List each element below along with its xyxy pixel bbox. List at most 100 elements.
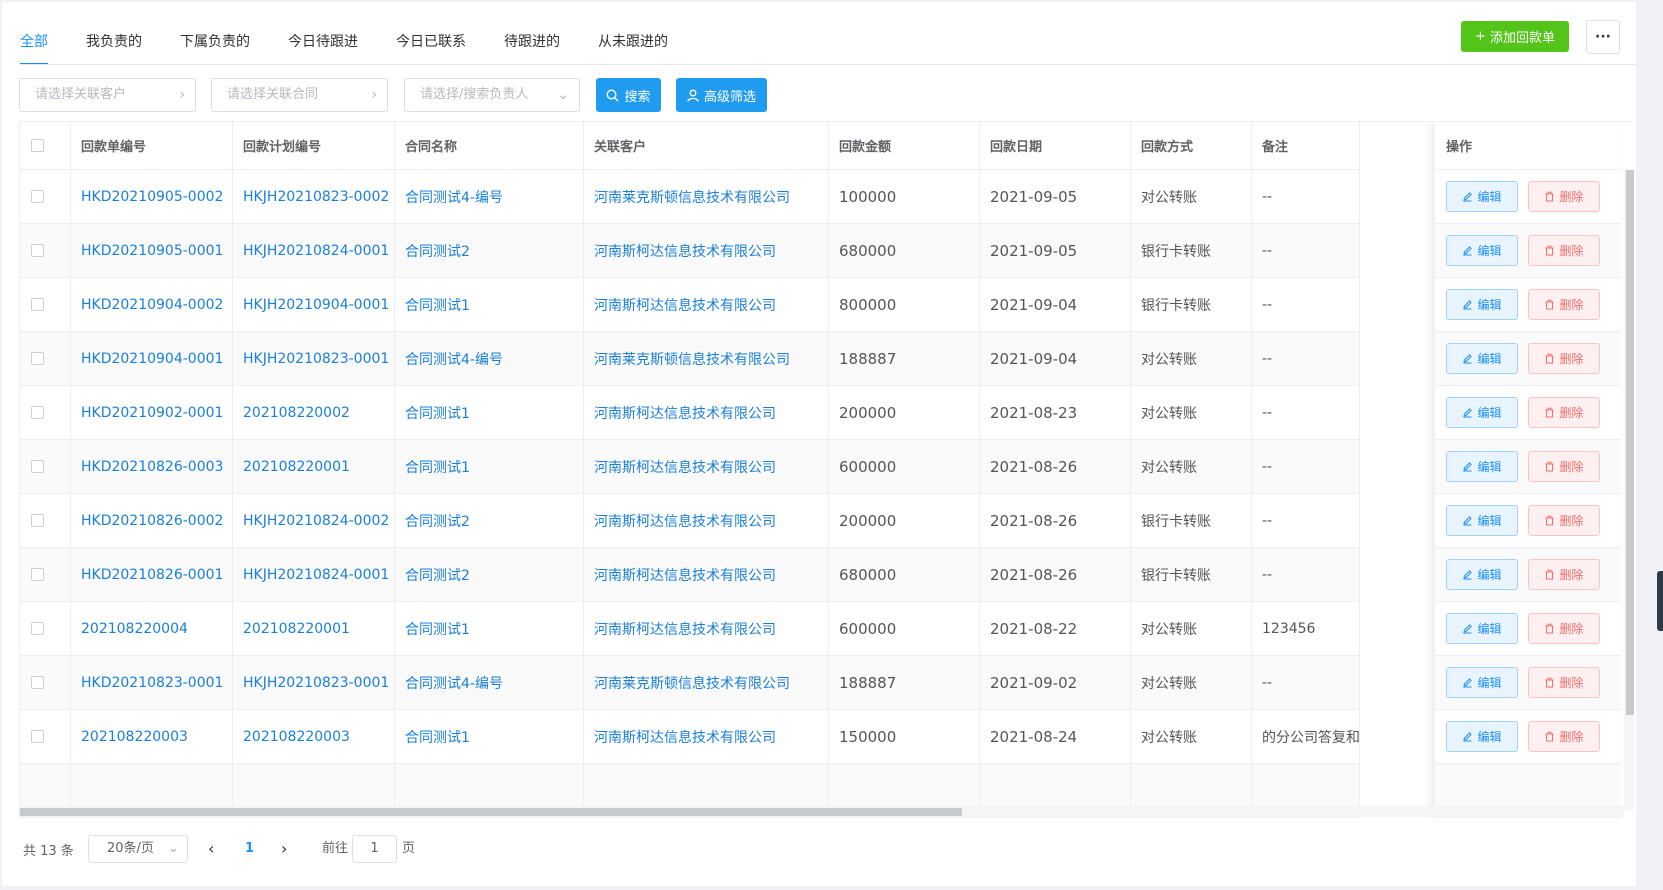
cell-plan-no[interactable]: HKJH20210823-0002 <box>243 189 389 205</box>
cell-contract-name[interactable]: 合同测试1 <box>405 457 470 477</box>
cell-plan-no[interactable]: 202108220001 <box>243 459 350 475</box>
cell-plan-no[interactable]: HKJH20210823-0001 <box>243 675 389 691</box>
row-checkbox[interactable] <box>31 244 44 257</box>
row-checkbox[interactable] <box>31 730 44 743</box>
select-all-checkbox[interactable] <box>31 139 44 152</box>
edit-button[interactable]: 编辑 <box>1446 289 1518 320</box>
cell-customer-name[interactable]: 河南斯柯达信息技术有限公司 <box>594 511 776 531</box>
cell-customer-name[interactable]: 河南莱克斯顿信息技术有限公司 <box>594 187 790 207</box>
edit-button[interactable]: 编辑 <box>1446 397 1518 428</box>
page-number-current[interactable]: 1 <box>245 835 254 863</box>
cell-contract-name[interactable]: 合同测试2 <box>405 241 470 261</box>
cell-plan-no[interactable]: HKJH20210824-0002 <box>243 513 389 529</box>
cell-contract-name[interactable]: 合同测试1 <box>405 295 470 315</box>
goto-page-input[interactable]: 1 <box>352 835 397 863</box>
delete-button[interactable]: 删除 <box>1528 451 1600 482</box>
cell-customer-name[interactable]: 河南斯柯达信息技术有限公司 <box>594 403 776 423</box>
delete-button[interactable]: 删除 <box>1528 235 1600 266</box>
cell-payment-no[interactable]: HKD20210905-0001 <box>81 243 223 259</box>
cell-plan-no[interactable]: 202108220003 <box>243 729 350 745</box>
cell-payment-no[interactable]: HKD20210826-0003 <box>81 459 223 475</box>
delete-button[interactable]: 删除 <box>1528 181 1600 212</box>
cell-customer-name[interactable]: 河南斯柯达信息技术有限公司 <box>594 295 776 315</box>
cell-contract-name[interactable]: 合同测试2 <box>405 565 470 585</box>
delete-button[interactable]: 删除 <box>1528 667 1600 698</box>
advanced-filter-button[interactable]: 高级筛选 <box>676 78 767 112</box>
edit-button[interactable]: 编辑 <box>1446 181 1518 212</box>
table-row[interactable]: 202108220003 202108220003 合同测试1 河南斯柯达信息技术有限… <box>20 710 1360 764</box>
table-row[interactable]: HKD20210902-0001 202108220002 合同测试1 河南斯柯达信息… <box>20 386 1360 440</box>
edit-button[interactable]: 编辑 <box>1446 343 1518 374</box>
cell-contract-name[interactable]: 合同测试4-编号 <box>405 673 503 693</box>
cell-plan-no[interactable]: 202108220002 <box>243 405 350 421</box>
row-checkbox[interactable] <box>31 352 44 365</box>
row-checkbox[interactable] <box>31 514 44 527</box>
edit-button[interactable]: 编辑 <box>1446 505 1518 536</box>
edit-button[interactable]: 编辑 <box>1446 613 1518 644</box>
tab-2[interactable]: 下属负责的 <box>180 24 250 60</box>
cell-plan-no[interactable]: 202108220001 <box>243 621 350 637</box>
tab-5[interactable]: 待跟进的 <box>504 24 560 60</box>
add-payment-button[interactable]: + 添加回款单 <box>1461 21 1569 52</box>
row-checkbox[interactable] <box>31 568 44 581</box>
table-row[interactable]: HKD20210826-0002 HKJH20210824-0002 合同测试2 河南… <box>20 494 1360 548</box>
table-row[interactable]: HKD20210904-0002 HKJH20210904-0001 合同测试1 河南… <box>20 278 1360 332</box>
cell-customer-name[interactable]: 河南斯柯达信息技术有限公司 <box>594 241 776 261</box>
delete-button[interactable]: 删除 <box>1528 343 1600 374</box>
cell-customer-name[interactable]: 河南莱克斯顿信息技术有限公司 <box>594 673 790 693</box>
cell-plan-no[interactable]: HKJH20210904-0001 <box>243 297 389 313</box>
cell-contract-name[interactable]: 合同测试4-编号 <box>405 187 503 207</box>
table-row[interactable]: HKD20210905-0001 HKJH20210824-0001 合同测试2 河南… <box>20 224 1360 278</box>
delete-button[interactable]: 删除 <box>1528 613 1600 644</box>
table-row[interactable]: HKD20210826-0003 202108220001 合同测试1 河南斯柯达信息… <box>20 440 1360 494</box>
cell-payment-no[interactable]: HKD20210905-0002 <box>81 189 223 205</box>
tab-0[interactable]: 全部 <box>20 24 48 65</box>
tab-1[interactable]: 我负责的 <box>86 24 142 60</box>
cell-payment-no[interactable]: 202108220003 <box>81 729 188 745</box>
next-page-button[interactable]: › <box>281 835 295 863</box>
cell-contract-name[interactable]: 合同测试1 <box>405 727 470 747</box>
cell-payment-no[interactable]: 202108220004 <box>81 621 188 637</box>
cell-plan-no[interactable]: HKJH20210824-0001 <box>243 243 389 259</box>
cell-payment-no[interactable]: HKD20210823-0001 <box>81 675 223 691</box>
row-checkbox[interactable] <box>31 460 44 473</box>
cell-payment-no[interactable]: HKD20210826-0001 <box>81 567 223 583</box>
delete-button[interactable]: 删除 <box>1528 397 1600 428</box>
cell-plan-no[interactable]: HKJH20210823-0001 <box>243 351 389 367</box>
cell-contract-name[interactable]: 合同测试1 <box>405 619 470 639</box>
customer-select[interactable]: 请选择关联客户 › <box>19 78 196 112</box>
table-row[interactable]: HKD20210823-0001 HKJH20210823-0001 合同测试4-编… <box>20 656 1360 710</box>
cell-customer-name[interactable]: 河南斯柯达信息技术有限公司 <box>594 619 776 639</box>
cell-payment-no[interactable]: HKD20210904-0002 <box>81 297 223 313</box>
tab-4[interactable]: 今日已联系 <box>396 24 466 60</box>
row-checkbox[interactable] <box>31 190 44 203</box>
row-checkbox[interactable] <box>31 298 44 311</box>
edit-button[interactable]: 编辑 <box>1446 559 1518 590</box>
owner-select[interactable]: 请选择/搜索负责人 ⌄ <box>404 78 580 112</box>
contract-select[interactable]: 请选择关联合同 › <box>211 78 388 112</box>
table-row[interactable]: HKD20210826-0001 HKJH20210824-0001 合同测试2 河南… <box>20 548 1360 602</box>
cell-contract-name[interactable]: 合同测试4-编号 <box>405 349 503 369</box>
cell-plan-no[interactable]: HKJH20210824-0001 <box>243 567 389 583</box>
table-row[interactable]: HKD20210904-0001 HKJH20210823-0001 合同测试4-编… <box>20 332 1360 386</box>
row-checkbox[interactable] <box>31 676 44 689</box>
cell-customer-name[interactable]: 河南斯柯达信息技术有限公司 <box>594 457 776 477</box>
edit-button[interactable]: 编辑 <box>1446 667 1518 698</box>
table-row[interactable]: HKD20210905-0002 HKJH20210823-0002 合同测试4-编… <box>20 170 1360 224</box>
edit-button[interactable]: 编辑 <box>1446 235 1518 266</box>
cell-customer-name[interactable]: 河南斯柯达信息技术有限公司 <box>594 565 776 585</box>
delete-button[interactable]: 删除 <box>1528 289 1600 320</box>
row-checkbox[interactable] <box>31 406 44 419</box>
cell-payment-no[interactable]: HKD20210902-0001 <box>81 405 223 421</box>
cell-payment-no[interactable]: HKD20210904-0001 <box>81 351 223 367</box>
delete-button[interactable]: 删除 <box>1528 721 1600 752</box>
delete-button[interactable]: 删除 <box>1528 505 1600 536</box>
vertical-scrollbar-thumb[interactable] <box>1626 170 1634 715</box>
page-size-select[interactable]: 20条/页 ⌄ <box>88 835 188 863</box>
tab-3[interactable]: 今日待跟进 <box>288 24 358 60</box>
cell-customer-name[interactable]: 河南斯柯达信息技术有限公司 <box>594 727 776 747</box>
prev-page-button[interactable]: ‹ <box>208 835 222 863</box>
edit-button[interactable]: 编辑 <box>1446 721 1518 752</box>
edit-button[interactable]: 编辑 <box>1446 451 1518 482</box>
cell-payment-no[interactable]: HKD20210826-0002 <box>81 513 223 529</box>
